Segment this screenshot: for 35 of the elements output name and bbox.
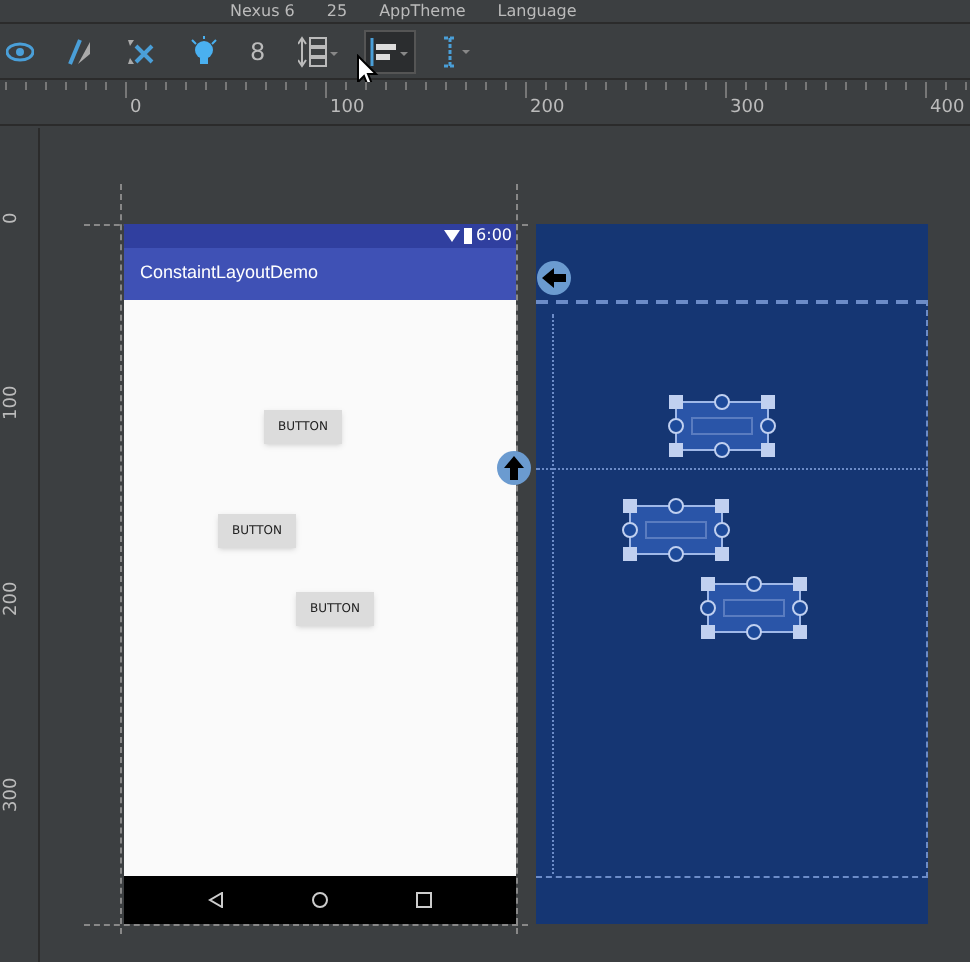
- align-left-icon: [369, 37, 410, 65]
- arrow-up-handle-icon[interactable]: [496, 450, 532, 486]
- cross-arrows-icon: [126, 35, 158, 67]
- device-selector[interactable]: Nexus 6: [230, 3, 295, 19]
- ruler-label: 100: [4, 385, 22, 420]
- ruler-label: 100: [330, 100, 365, 118]
- wifi-icon: [444, 230, 461, 242]
- language-selector[interactable]: Language: [497, 3, 577, 19]
- ruler-label: 0: [4, 212, 22, 224]
- ruler-label: 0: [130, 100, 142, 118]
- theme-selector[interactable]: AppTheme: [379, 3, 466, 19]
- home-icon: [312, 892, 328, 908]
- battery-icon: [464, 228, 473, 244]
- margin-selector[interactable]: 8: [244, 29, 272, 73]
- guideline-icon: [441, 35, 474, 67]
- pack-icon: [297, 35, 338, 67]
- api-selector[interactable]: 25: [326, 3, 348, 19]
- widget-outline-drawing[interactable]: [668, 394, 776, 458]
- ruler-label: 200: [530, 100, 565, 118]
- eye-icon: [6, 41, 34, 61]
- mouse-cursor-icon: [356, 54, 380, 88]
- arrow-left-handle-icon[interactable]: [536, 260, 572, 296]
- magnet-icon: [66, 37, 94, 65]
- widget-outline-drawing[interactable]: [700, 576, 808, 640]
- ruler-label: 300: [4, 777, 22, 812]
- tool-button[interactable]: [363, 29, 416, 73]
- ruler-label: 400: [930, 100, 965, 118]
- lightbulb-icon: [190, 35, 218, 67]
- widget-outline-drawing[interactable]: [622, 498, 730, 562]
- recents-icon: [416, 892, 432, 908]
- app-title: ConstaintLayoutDemo: [140, 260, 319, 287]
- ruler-label: 200: [4, 581, 22, 616]
- ruler-label: 300: [730, 100, 765, 118]
- back-icon: [208, 892, 224, 908]
- status-time: 6:00: [476, 228, 512, 244]
